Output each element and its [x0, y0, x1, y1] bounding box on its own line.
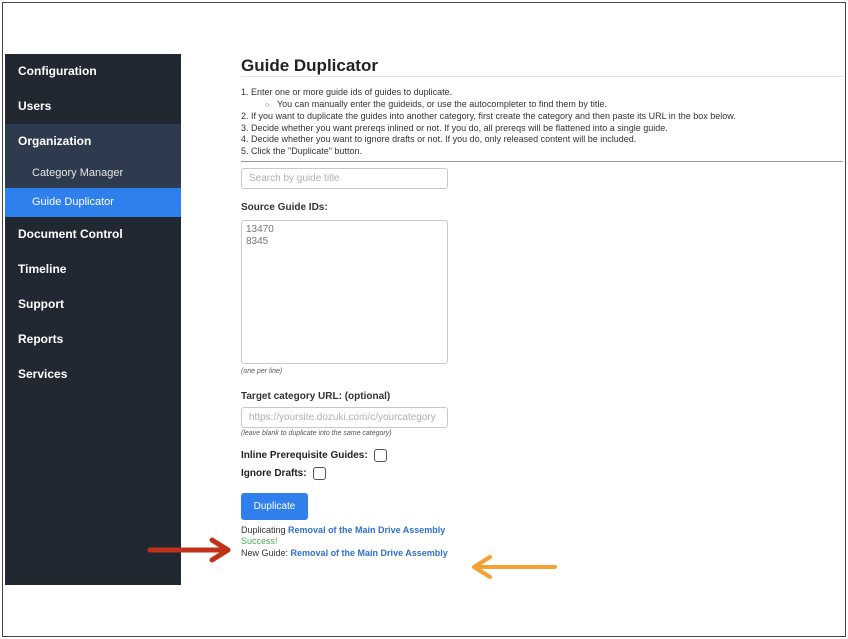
inline-prereqs-row: Inline Prerequisite Guides:	[241, 448, 845, 462]
sidebar-item-organization[interactable]: Organization	[5, 124, 181, 159]
page-title: Guide Duplicator	[241, 56, 378, 75]
sidebar-item-users[interactable]: Users	[5, 89, 181, 124]
orange-arrow-icon	[472, 555, 557, 579]
sidebar-item-category-manager[interactable]: Category Manager	[5, 159, 181, 188]
sidebar-item-support[interactable]: Support	[5, 287, 181, 322]
new-guide-link[interactable]: Removal of the Main Drive Assembly	[291, 548, 448, 558]
sidebar-item-reports[interactable]: Reports	[5, 322, 181, 357]
source-ids-textarea[interactable]	[241, 219, 448, 364]
source-ids-label: Source Guide IDs:	[241, 201, 328, 213]
new-guide-prefix: New Guide:	[241, 547, 289, 558]
sidebar: Configuration Users Organization Categor…	[5, 54, 181, 585]
instruction-step-5: 5. Click the "Duplicate" button.	[241, 145, 362, 156]
target-category-label: Target category URL: (optional)	[241, 390, 391, 402]
ignore-drafts-row: Ignore Drafts:	[241, 466, 845, 480]
duplicating-line: Duplicating Removal of the Main Drive As…	[241, 525, 845, 537]
source-ids-hint: (one per line)	[241, 367, 283, 375]
instruction-step-4: 4. Decide whether you want to ignore dra…	[241, 134, 637, 145]
instruction-step-1-sub: ○ You can manually enter the guideids, or…	[241, 99, 845, 112]
inline-prereqs-checkbox[interactable]	[373, 448, 387, 462]
target-category-input[interactable]	[241, 406, 448, 428]
duplicating-guide-link[interactable]: Removal of the Main Drive Assembly	[288, 525, 445, 535]
inline-prereqs-label: Inline Prerequisite Guides:	[241, 449, 368, 461]
instruction-step-1-sub-text: You can manually enter the guideids, or …	[277, 98, 607, 109]
bullet-icon: ○	[265, 101, 270, 109]
instruction-step-2: 2. If you want to duplicate the guides i…	[241, 111, 736, 122]
sidebar-item-configuration[interactable]: Configuration	[5, 54, 181, 89]
duplicate-button[interactable]: Duplicate	[241, 492, 308, 520]
section-divider	[241, 160, 843, 162]
sidebar-item-services[interactable]: Services	[5, 357, 181, 392]
red-arrow-icon	[147, 537, 231, 563]
ignore-drafts-label: Ignore Drafts:	[241, 467, 307, 479]
target-category-hint: (leave blank to duplicate into the same …	[241, 429, 392, 437]
sidebar-item-document-control[interactable]: Document Control	[5, 217, 181, 252]
instructions: 1. Enter one or more guide ids of guides…	[241, 87, 845, 158]
success-message: Success!	[241, 536, 278, 547]
duplicating-prefix: Duplicating	[241, 524, 286, 535]
instruction-step-1: 1. Enter one or more guide ids of guides…	[241, 87, 453, 97]
ignore-drafts-checkbox[interactable]	[312, 466, 326, 480]
sidebar-item-timeline[interactable]: Timeline	[5, 252, 181, 287]
title-divider	[241, 76, 843, 77]
sidebar-item-guide-duplicator[interactable]: Guide Duplicator	[5, 188, 181, 217]
guide-search-input[interactable]	[241, 167, 448, 189]
instruction-step-3: 3. Decide whether you want prereqs inlin…	[241, 122, 668, 133]
main-content: Guide Duplicator 1. Enter one or more gu…	[241, 54, 845, 559]
